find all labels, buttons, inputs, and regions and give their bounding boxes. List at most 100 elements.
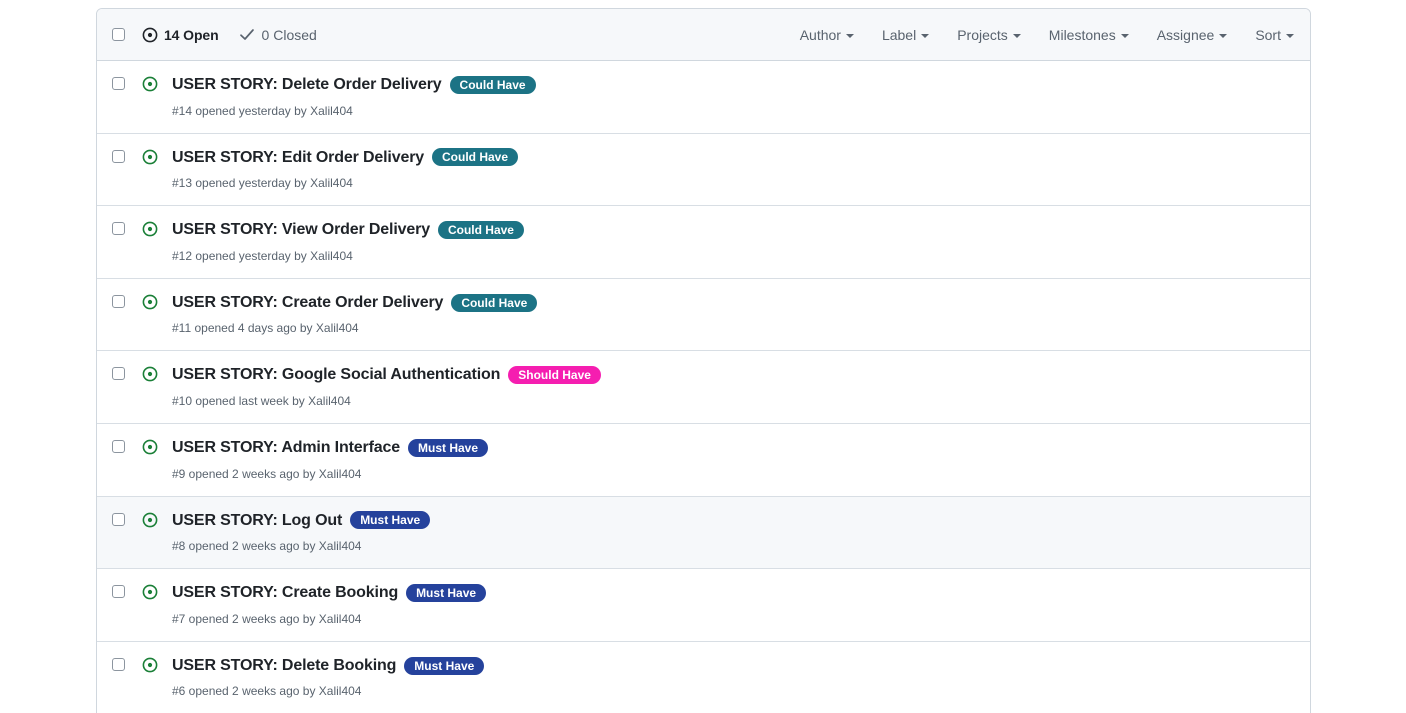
issue-select-checkbox[interactable]	[112, 512, 125, 526]
check-icon	[239, 27, 255, 42]
issue-label-badge[interactable]: Should Have	[508, 366, 601, 385]
issue-content: USER STORY: Admin Interface Must Have #9 o…	[172, 437, 1294, 483]
closed-issues-filter[interactable]: 0 Closed	[239, 27, 317, 43]
open-issues-filter[interactable]: 14 Open	[142, 27, 219, 43]
issue-row[interactable]: USER STORY: Log Out Must Have #8 opened 2 …	[97, 495, 1310, 569]
issue-metadata: #13 opened yesterday by Xalil404	[172, 176, 353, 191]
issue-select-checkbox[interactable]	[112, 439, 125, 453]
issue-metadata: #11 opened 4 days ago by Xalil404	[172, 321, 359, 336]
filter-projects[interactable]: Projects	[957, 27, 1021, 43]
issue-select-checkbox-wrap	[112, 219, 125, 240]
filter-sort[interactable]: Sort	[1255, 27, 1294, 43]
issue-label-badge[interactable]: Must Have	[406, 583, 487, 602]
issue-content: USER STORY: Create Order Delivery Could H…	[172, 292, 1294, 338]
issue-select-checkbox-wrap	[112, 655, 125, 676]
issue-opened-icon	[142, 512, 158, 528]
issue-opened-icon	[142, 657, 158, 673]
issue-select-checkbox[interactable]	[112, 294, 125, 308]
issue-content: USER STORY: Create Booking Must Have #7 op…	[172, 582, 1294, 628]
closed-issues-count: 0 Closed	[261, 26, 317, 43]
chevron-down-icon	[1120, 33, 1129, 38]
issue-row[interactable]: USER STORY: Admin Interface Must Have #9 o…	[97, 422, 1310, 496]
issue-opened-icon	[142, 366, 158, 382]
issue-content: USER STORY: Delete Booking Must Have #6 op…	[172, 655, 1294, 701]
issue-title-line: USER STORY: Edit Order Delivery Could Hav…	[172, 147, 1294, 169]
issue-content: USER STORY: Edit Order Delivery Could Hav…	[172, 147, 1294, 193]
issues-list-container: 14 Open 0 Closed Author Label Projects Mile…	[96, 8, 1311, 713]
open-issues-count: 14 Open	[164, 26, 219, 43]
issue-select-checkbox-wrap	[112, 147, 125, 168]
filter-label-label: Label	[881, 26, 917, 43]
issue-label-badge[interactable]: Must Have	[350, 511, 431, 530]
issue-select-checkbox-wrap	[112, 582, 125, 603]
issue-title-line: USER STORY: Create Booking Must Have	[172, 582, 1294, 604]
issue-row[interactable]: USER STORY: Delete Booking Must Have #6 op…	[97, 640, 1310, 713]
issue-select-checkbox[interactable]	[112, 222, 125, 236]
issue-title-link[interactable]: USER STORY: Admin Interface	[172, 437, 400, 459]
issue-opened-icon	[142, 294, 158, 310]
filter-assignee[interactable]: Assignee	[1157, 27, 1228, 43]
issue-row[interactable]: USER STORY: Google Social Authentication…	[97, 350, 1310, 423]
issue-label-badge[interactable]: Could Have	[437, 220, 524, 239]
issue-content: USER STORY: Delete Order Delivery Could H…	[172, 74, 1294, 120]
chevron-down-icon	[1012, 33, 1021, 38]
issues-filter-bar: Author Label Projects Milestones Assignee Sor…	[800, 27, 1294, 43]
filter-assignee-label: Assignee	[1156, 26, 1215, 43]
issue-opened-icon	[142, 76, 158, 92]
issue-row[interactable]: USER STORY: Delete Order Delivery Could H…	[97, 61, 1310, 133]
issue-select-checkbox-wrap	[112, 292, 125, 313]
issue-title-link[interactable]: USER STORY: View Order Delivery	[172, 219, 430, 241]
issue-label-badge[interactable]: Could Have	[451, 293, 538, 312]
issue-title-link[interactable]: USER STORY: Log Out	[172, 510, 342, 532]
filter-author[interactable]: Author	[800, 27, 854, 43]
issue-select-checkbox[interactable]	[112, 77, 125, 90]
issue-label-badge[interactable]: Must Have	[408, 438, 489, 457]
issues-header-left: 14 Open 0 Closed	[112, 27, 800, 43]
issue-title-link[interactable]: USER STORY: Create Order Delivery	[172, 292, 443, 314]
issue-title-link[interactable]: USER STORY: Create Booking	[172, 582, 398, 604]
issue-opened-icon	[142, 439, 158, 455]
chevron-down-icon	[1219, 33, 1228, 38]
issue-title-line: USER STORY: Delete Order Delivery Could H…	[172, 74, 1294, 96]
issue-metadata: #10 opened last week by Xalil404	[172, 393, 351, 408]
issue-row[interactable]: USER STORY: View Order Delivery Could Hav…	[97, 205, 1310, 278]
issue-row[interactable]: USER STORY: Edit Order Delivery Could Hav…	[97, 132, 1310, 206]
issues-list-header: 14 Open 0 Closed Author Label Projects Mile…	[97, 9, 1310, 61]
issue-opened-icon	[142, 149, 158, 165]
issue-label-badge[interactable]: Must Have	[404, 656, 485, 675]
issue-select-checkbox[interactable]	[112, 367, 125, 381]
issues-page: 14 Open 0 Closed Author Label Projects Mile…	[0, 0, 1406, 713]
issue-metadata: #9 opened 2 weeks ago by Xalil404	[172, 466, 362, 481]
chevron-down-icon	[1286, 33, 1294, 38]
issue-row[interactable]: USER STORY: Create Booking Must Have #7 op…	[97, 568, 1310, 641]
issue-select-checkbox[interactable]	[112, 149, 125, 163]
issue-opened-icon	[142, 221, 158, 237]
issue-select-checkbox-wrap	[112, 364, 125, 385]
issue-title-link[interactable]: USER STORY: Delete Order Delivery	[172, 74, 442, 96]
chevron-down-icon	[845, 33, 854, 38]
issue-title-line: USER STORY: Log Out Must Have	[172, 510, 1294, 532]
issue-metadata: #14 opened yesterday by Xalil404	[172, 103, 353, 118]
issue-row[interactable]: USER STORY: Create Order Delivery Could H…	[97, 277, 1310, 351]
filter-sort-label: Sort	[1255, 26, 1281, 43]
select-all-issues-checkbox[interactable]	[112, 28, 125, 41]
issue-content: USER STORY: Google Social Authentication…	[172, 364, 1294, 410]
issue-content: USER STORY: View Order Delivery Could Hav…	[172, 219, 1294, 265]
issue-title-link[interactable]: USER STORY: Delete Booking	[172, 655, 396, 677]
issue-select-checkbox-wrap	[112, 437, 125, 458]
filter-milestones[interactable]: Milestones	[1049, 27, 1129, 43]
issue-title-link[interactable]: USER STORY: Google Social Authentication	[172, 364, 500, 386]
issue-select-checkbox[interactable]	[112, 585, 125, 599]
issue-label-badge[interactable]: Could Have	[449, 75, 536, 94]
issue-select-checkbox-wrap	[112, 510, 125, 531]
issue-label-badge[interactable]: Could Have	[432, 148, 519, 167]
issue-metadata: #6 opened 2 weeks ago by Xalil404	[172, 684, 362, 699]
issue-title-line: USER STORY: Google Social Authentication…	[172, 364, 1294, 386]
issue-select-checkbox[interactable]	[112, 657, 125, 671]
filter-label[interactable]: Label	[881, 26, 930, 43]
issue-title-line: USER STORY: Admin Interface Must Have	[172, 437, 1294, 459]
issue-title-link[interactable]: USER STORY: Edit Order Delivery	[172, 147, 424, 169]
issue-metadata: #8 opened 2 weeks ago by Xalil404	[172, 539, 362, 554]
issue-metadata: #12 opened yesterday by Xalil404	[172, 248, 353, 263]
filter-milestones-label: Milestones	[1048, 26, 1116, 43]
